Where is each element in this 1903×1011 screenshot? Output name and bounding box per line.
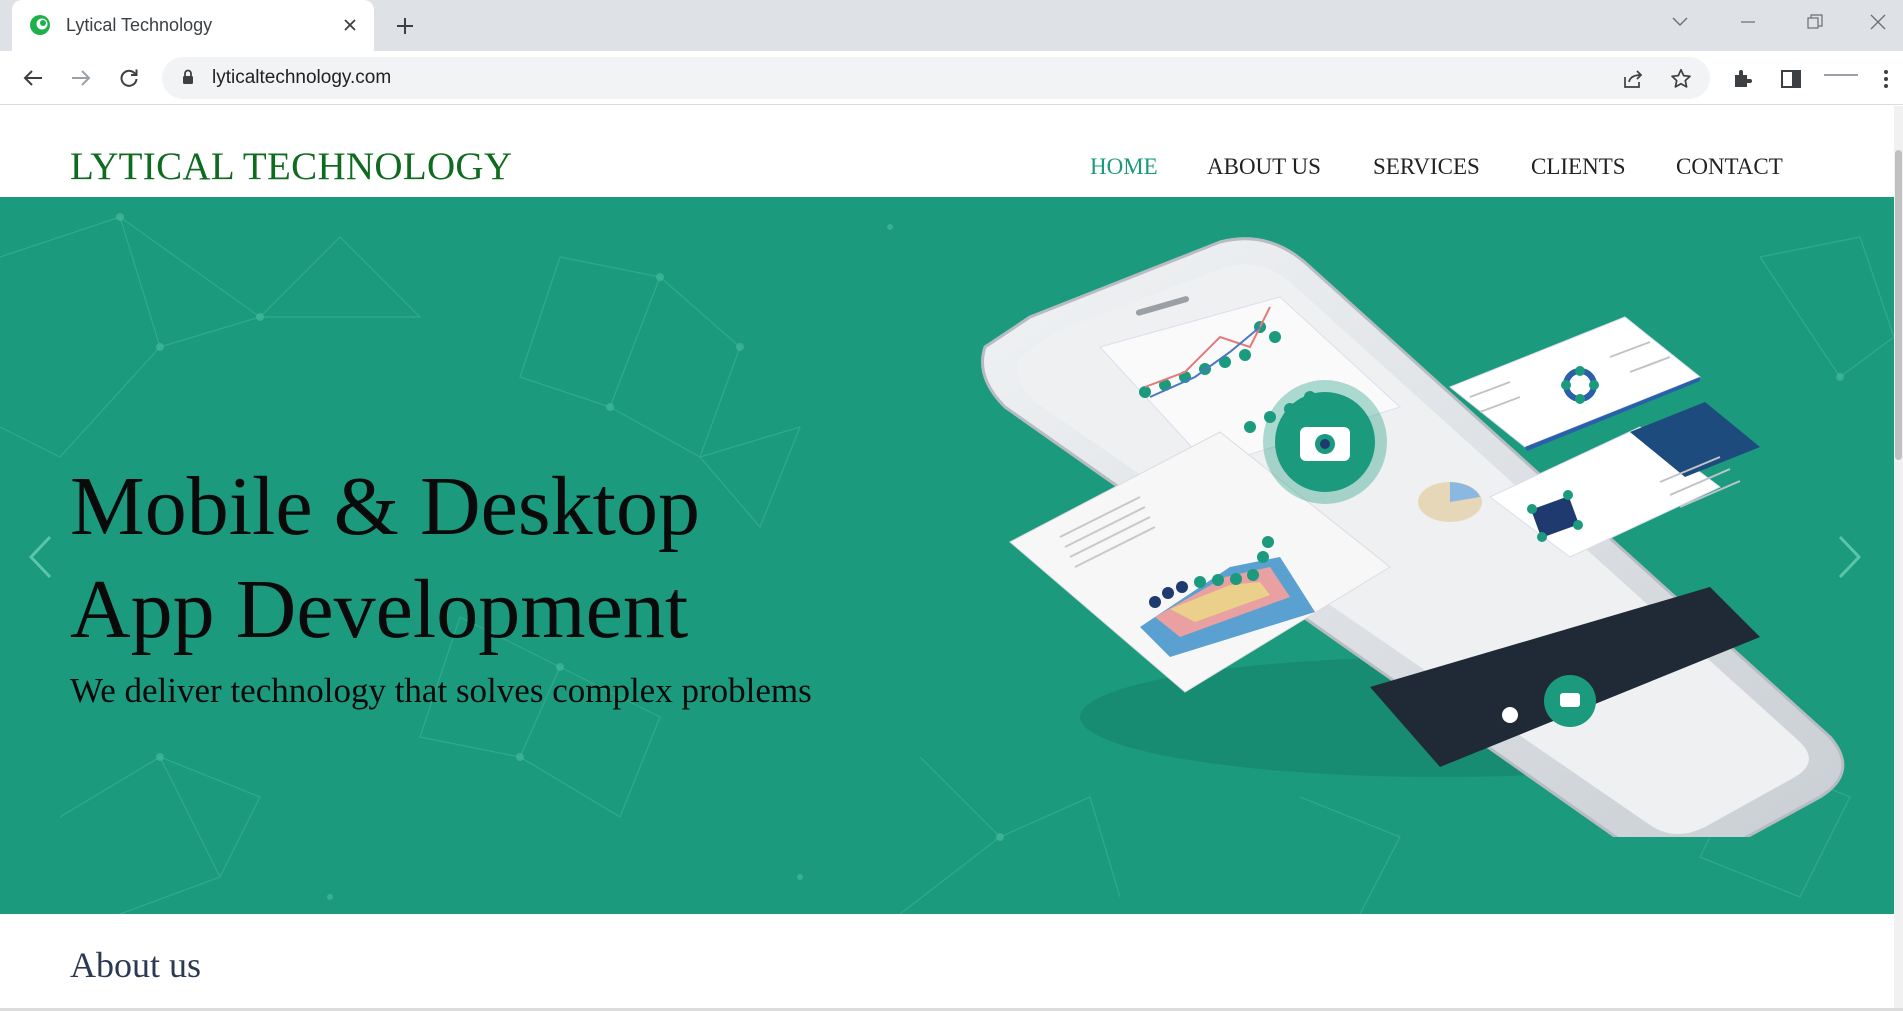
browser-window: Lytical Technology lyticaltechnology.com… [0, 0, 1903, 1011]
forward-arrow-icon[interactable] [66, 63, 96, 93]
site-header: LYTICAL TECHNOLOGY HOME ABOUT US SERVICE… [0, 106, 1894, 196]
address-bar[interactable]: lyticaltechnology.com [162, 57, 1710, 99]
chevron-right-icon[interactable] [1830, 527, 1870, 587]
tab-strip: Lytical Technology [0, 0, 1903, 51]
more-icon[interactable] [1872, 65, 1900, 93]
reload-icon[interactable] [114, 63, 144, 93]
web-page: LYTICAL TECHNOLOGY HOME ABOUT US SERVICE… [0, 106, 1894, 1011]
browser-tab[interactable]: Lytical Technology [12, 0, 374, 51]
chevron-down-icon[interactable] [1665, 9, 1695, 35]
extensions-icon[interactable] [1729, 65, 1757, 93]
window-close-icon[interactable] [1863, 9, 1893, 35]
share-icon[interactable] [1620, 66, 1646, 92]
browser-toolbar: lyticaltechnology.com [0, 51, 1903, 105]
hero-subtitle: We deliver technology that solves comple… [70, 671, 812, 710]
nav-home[interactable]: HOME [1090, 154, 1158, 180]
scrollbar-thumb[interactable] [1895, 150, 1902, 460]
close-icon[interactable] [338, 13, 362, 37]
about-heading: About us [70, 945, 202, 985]
nav-about-us[interactable]: ABOUT US [1207, 154, 1321, 180]
back-arrow-icon[interactable] [18, 63, 48, 93]
nav-clients[interactable]: CLIENTS [1531, 154, 1626, 180]
minimize-icon[interactable] [1733, 9, 1763, 35]
chevron-left-icon[interactable] [20, 527, 60, 587]
nav-services[interactable]: SERVICES [1373, 154, 1480, 180]
hero-title-line1: Mobile & Desktop [70, 460, 700, 553]
tab-title: Lytical Technology [66, 15, 213, 35]
nav-contact[interactable]: CONTACT [1676, 154, 1783, 180]
hero-carousel: Mobile & Desktop App Development We deli… [0, 197, 1894, 914]
tab-favicon-icon [29, 14, 51, 36]
phone-illustration [981, 237, 1845, 837]
plus-icon[interactable] [391, 12, 419, 40]
hero-title-line2: App Development [70, 563, 689, 656]
hero-title: Mobile & Desktop App Development [70, 455, 700, 661]
profile-avatar[interactable] [1824, 74, 1858, 76]
star-icon[interactable] [1668, 66, 1694, 92]
site-logo[interactable]: LYTICAL TECHNOLOGY [70, 144, 512, 189]
url-text[interactable]: lyticaltechnology.com [212, 67, 391, 89]
restore-icon[interactable] [1800, 9, 1830, 35]
lock-icon[interactable] [182, 69, 194, 90]
side-panel-icon[interactable] [1777, 65, 1805, 93]
